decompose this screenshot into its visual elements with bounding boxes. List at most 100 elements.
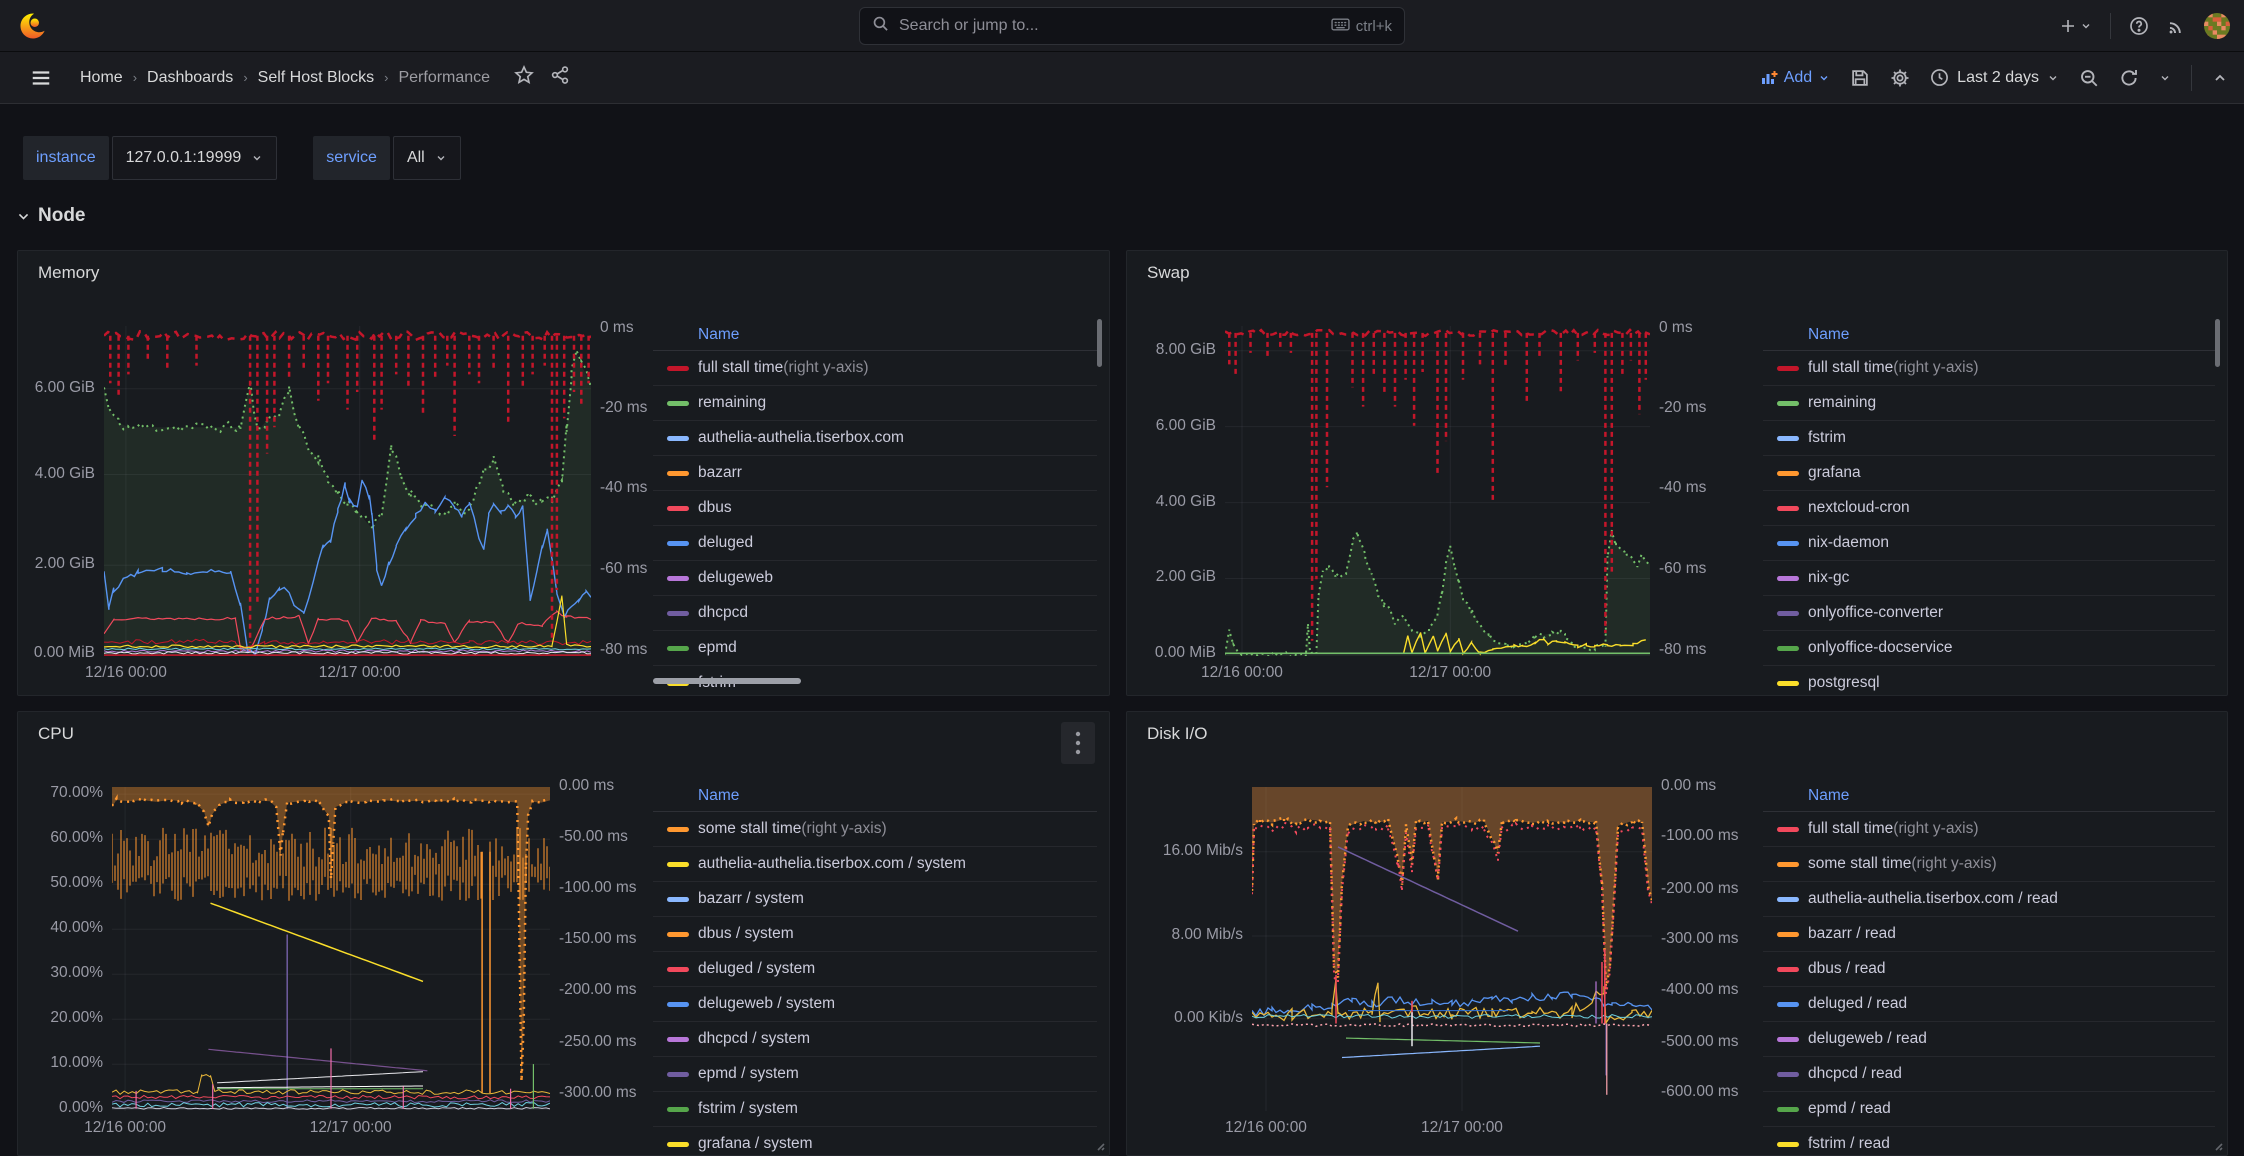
right-y-axis-label: -100.00 ms [1661,827,1739,845]
breadcrumb-separator: › [133,70,137,85]
legend-row[interactable]: nix-gc [1763,561,2215,596]
legend-row[interactable]: dhcpcd / read [1763,1057,2215,1092]
legend-row[interactable]: onlyoffice-docservice [1763,631,2215,666]
y-axis-label: 70.00% [18,784,103,802]
search-icon [872,15,889,37]
chart-series [1252,1024,1652,1027]
variable-value-service[interactable]: All [393,136,461,180]
menu-toggle-icon[interactable] [30,67,52,94]
legend-row[interactable]: delugeweb / read [1763,1022,2215,1057]
legend-row[interactable]: epmd / system [653,1057,1097,1092]
breadcrumb-dashboards[interactable]: Dashboards [147,69,233,87]
time-series-chart[interactable] [112,787,550,1111]
legend-row[interactable]: fstrim / system [653,1092,1097,1127]
legend-row[interactable]: dbus / read [1763,952,2215,987]
legend-row[interactable]: remaining [1763,386,2215,421]
legend-row[interactable]: full stall time (right y-axis) [653,351,1097,386]
refresh-interval-chevron-icon[interactable] [2159,72,2171,84]
legend-row[interactable]: onlyoffice-converter [1763,596,2215,631]
legend-header-name[interactable]: Name [698,787,739,805]
legend-header-name[interactable]: Name [1808,787,1849,805]
legend-row[interactable]: full stall time (right y-axis) [1763,351,2215,386]
legend-row[interactable]: bazarr / read [1763,917,2215,952]
legend-row[interactable]: epmd [653,631,1097,666]
breadcrumb-folder[interactable]: Self Host Blocks [258,69,374,87]
legend-series-swatch [1777,1002,1799,1007]
share-icon[interactable] [550,65,570,90]
chart-series [1225,529,1650,656]
chart-series [1346,1038,1540,1043]
time-series-chart[interactable] [104,326,591,656]
legend-header-name[interactable]: Name [1808,326,1849,344]
legend-row[interactable]: authelia-authelia.tiserbox.com [653,421,1097,456]
dashboard-settings-icon[interactable] [1890,68,1910,88]
time-series-chart[interactable] [1225,326,1650,656]
legend-row[interactable]: deluged / read [1763,987,2215,1022]
legend-row[interactable]: remaining [653,386,1097,421]
news-rss-button[interactable] [2167,17,2186,36]
right-y-axis-label: 0.00 ms [559,777,614,795]
legend-row[interactable]: dhcpcd [653,596,1097,631]
legend-series-swatch [667,827,689,832]
legend-row[interactable]: nix-daemon [1763,526,2215,561]
legend-row[interactable]: fstrim / read [1763,1127,2215,1156]
legend-series-name: bazarr [698,464,742,482]
legend-row[interactable]: dhcpcd / system [653,1022,1097,1057]
legend-row[interactable]: authelia-authelia.tiserbox.com / read [1763,882,2215,917]
search-input[interactable]: Search or jump to... ctrl+k [859,7,1405,45]
right-y-axis-label: -200.00 ms [559,981,637,999]
legend-row[interactable]: epmd / read [1763,1092,2215,1127]
breadcrumb: Home › Dashboards › Self Host Blocks › P… [80,65,570,90]
variable-label-instance[interactable]: instance [23,136,109,180]
legend-row[interactable]: grafana / system [653,1127,1097,1156]
legend-row[interactable]: postgresql [1763,666,2215,696]
legend-row[interactable]: bazarr [653,456,1097,491]
time-series-chart[interactable] [1252,787,1652,1111]
variable-label-service[interactable]: service [313,136,390,180]
legend-row[interactable]: nextcloud-cron [1763,491,2215,526]
legend-row[interactable]: dbus / system [653,917,1097,952]
panel-menu-kebab-icon[interactable] [1061,722,1095,764]
panel-resize-handle[interactable] [1092,1138,1106,1152]
legend-row[interactable]: bazarr / system [653,882,1097,917]
save-dashboard-button[interactable] [1850,68,1870,88]
legend-row[interactable]: some stall time (right y-axis) [653,812,1097,847]
legend-row[interactable]: deluged [653,526,1097,561]
legend-header-name[interactable]: Name [698,326,739,344]
legend-row[interactable]: dbus [653,491,1097,526]
grafana-logo-icon[interactable] [18,11,48,41]
user-avatar[interactable] [2204,13,2230,39]
time-range-picker[interactable]: Last 2 days [1930,68,2059,87]
panel-memory: Memory 6.00 GiB4.00 GiB2.00 GiB0.00 MiB0… [17,250,1110,696]
panel-title: Swap [1147,263,1190,283]
legend-row[interactable]: delugeweb / system [653,987,1097,1022]
favorite-star-icon[interactable] [514,65,534,90]
add-panel-button[interactable]: Add [1760,69,1830,87]
legend-series-suffix: (right y-axis) [1893,820,1978,838]
chart-series [208,1049,427,1071]
legend-row[interactable]: grafana [1763,456,2215,491]
legend-row[interactable]: full stall time (right y-axis) [1763,812,2215,847]
legend-series-swatch [1777,611,1799,616]
legend-row[interactable]: some stall time (right y-axis) [1763,847,2215,882]
new-menu-button[interactable] [2060,18,2092,34]
legend-row[interactable]: delugeweb [653,561,1097,596]
row-node-toggle[interactable]: Node [17,205,86,227]
breadcrumb-home[interactable]: Home [80,69,123,87]
legend-row[interactable]: authelia-authelia.tiserbox.com / system [653,847,1097,882]
variable-value-instance[interactable]: 127.0.0.1:19999 [112,136,278,180]
legend-row[interactable]: deluged / system [653,952,1097,987]
legend-horizontal-scrollbar-thumb[interactable] [653,678,801,684]
legend-scrollbar-thumb[interactable] [1097,319,1102,367]
legend-scrollbar-thumb[interactable] [2215,319,2220,367]
legend-row[interactable]: fstrim [1763,421,2215,456]
legend-series-name: fstrim / read [1808,1135,1890,1153]
legend-series-name: authelia-authelia.tiserbox.com [698,429,904,447]
refresh-button[interactable] [2119,68,2139,88]
right-y-axis-label: 0 ms [600,319,634,337]
panel-resize-handle[interactable] [2210,1138,2224,1152]
right-y-axis-label: -200.00 ms [1661,880,1739,898]
collapse-toolbar-icon[interactable] [2212,70,2228,86]
help-button[interactable] [2129,16,2149,36]
zoom-out-time-icon[interactable] [2079,68,2099,88]
